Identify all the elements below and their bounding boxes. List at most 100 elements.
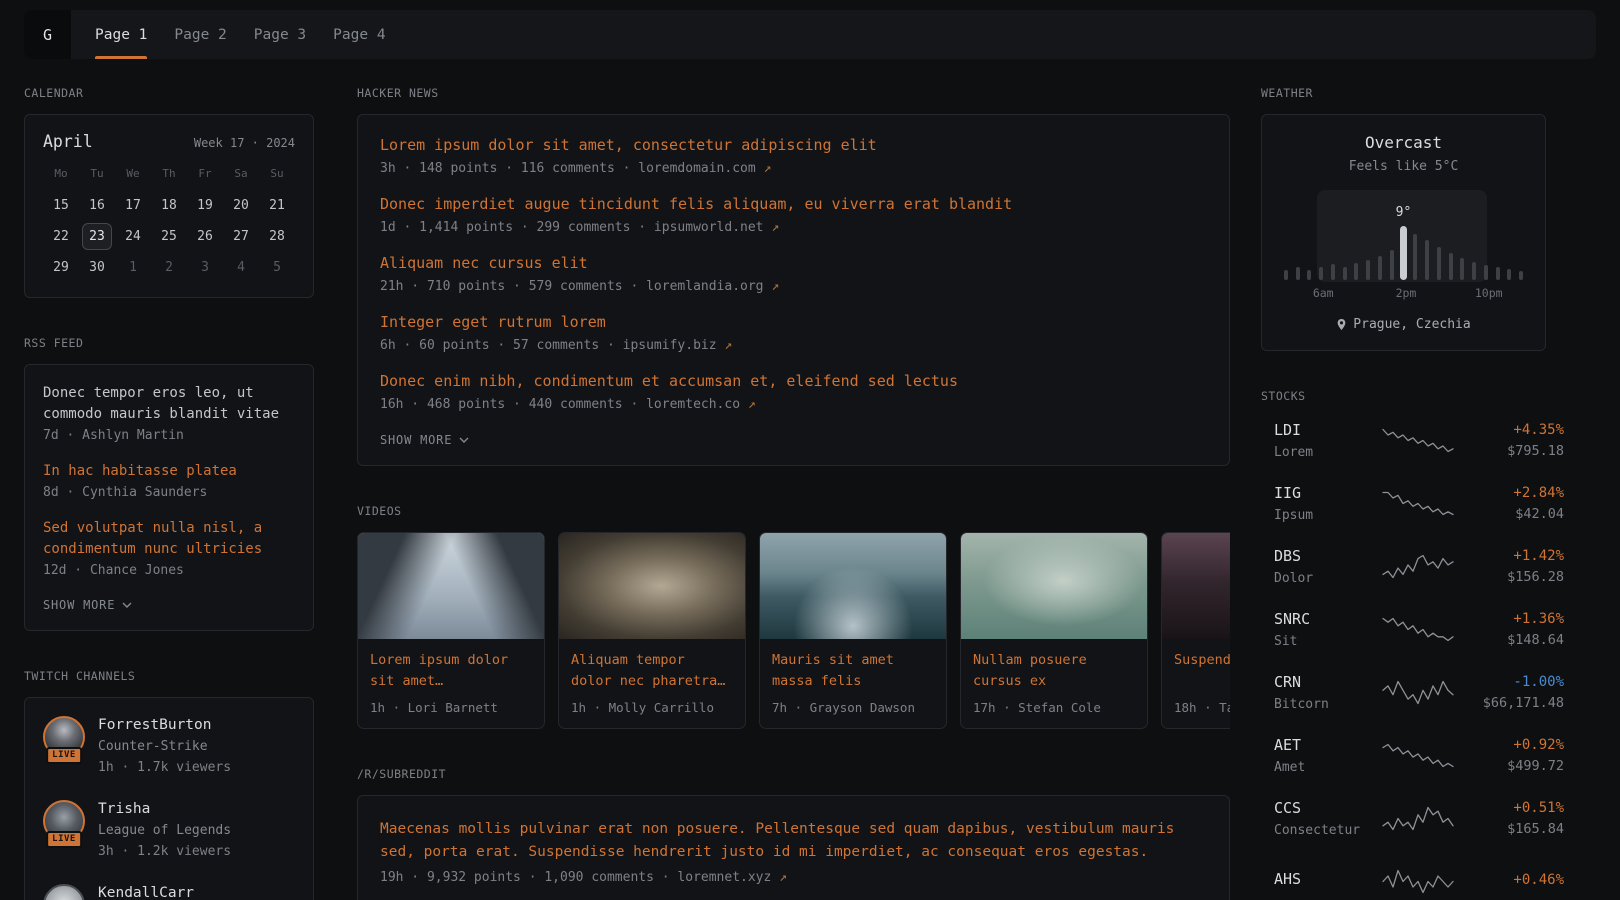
stock-values: +0.51% $165.84 bbox=[1454, 799, 1564, 838]
weather-hour-column bbox=[1339, 267, 1351, 280]
weather-hour-bar bbox=[1413, 234, 1417, 280]
rss-item-title[interactable]: Sed volutpat nulla nisl, a condimentum n… bbox=[43, 518, 295, 560]
stock-row[interactable]: CRN Bitcorn -1.00% $66,171.48 bbox=[1261, 669, 1546, 716]
video-card[interactable]: Nullam posuere cursus ex 17h · Stefan Co… bbox=[960, 532, 1148, 729]
stock-names: CCS Consectetur bbox=[1274, 799, 1382, 839]
weather-hour-bar bbox=[1307, 270, 1311, 280]
rss-item: In hac habitasse platea 8d · Cynthia Sau… bbox=[43, 461, 295, 500]
twitch-channel[interactable]: LIVE Trisha League of Legends 3h · 1.2k … bbox=[43, 800, 295, 860]
weather-widget-label: WEATHER bbox=[1261, 86, 1546, 101]
video-card[interactable]: Mauris sit amet massa felis 7h · Grayson… bbox=[759, 532, 947, 729]
video-card[interactable]: Suspendisse diam 18h · Tara bbox=[1161, 532, 1230, 729]
channel-name: KendallCarr bbox=[98, 884, 194, 900]
hackernews-item-meta: 1d · 1,414 points · 299 comments · ipsum… bbox=[380, 220, 1207, 235]
stock-row[interactable]: AET Amet +0.92% $499.72 bbox=[1261, 732, 1546, 779]
twitch-channel[interactable]: LIVE ForrestBurton Counter-Strike 1h · 1… bbox=[43, 716, 295, 776]
hackernews-item-title[interactable]: Lorem ipsum dolor sit amet, consectetur … bbox=[380, 136, 1207, 155]
calendar-day: 18 bbox=[154, 192, 184, 219]
calendar-weekday: Mo bbox=[43, 165, 79, 190]
stock-price: $499.72 bbox=[1454, 758, 1564, 775]
stock-values: +1.36% $148.64 bbox=[1454, 610, 1564, 649]
external-link-arrow[interactable]: ↗ bbox=[779, 870, 787, 885]
stock-row[interactable]: AHS +0.46% bbox=[1261, 858, 1546, 900]
rss-widget-label: RSS FEED bbox=[24, 336, 314, 351]
video-title: Nullam posuere cursus ex bbox=[973, 650, 1135, 692]
stock-ticker: AET bbox=[1274, 736, 1382, 755]
rss-item-title[interactable]: In hac habitasse platea bbox=[43, 461, 295, 482]
video-title: Mauris sit amet massa felis bbox=[772, 650, 934, 692]
calendar-weekday: Sa bbox=[223, 165, 259, 190]
stock-sparkline bbox=[1382, 616, 1454, 643]
hackernews-item-title[interactable]: Integer eget rutrum lorem bbox=[380, 313, 1207, 332]
stock-row[interactable]: DBS Dolor +1.42% $156.28 bbox=[1261, 543, 1546, 590]
calendar-day: 5 bbox=[262, 254, 292, 281]
calendar-day: 15 bbox=[46, 192, 76, 219]
hackernews-item-title[interactable]: Aliquam nec cursus elit bbox=[380, 254, 1207, 273]
calendar-day: 2 bbox=[154, 254, 184, 281]
hackernews-item-meta-text: 3h · 148 points · 116 comments · loremdo… bbox=[380, 161, 756, 176]
stock-row[interactable]: CCS Consectetur +0.51% $165.84 bbox=[1261, 795, 1546, 842]
stock-names: IIG Ipsum bbox=[1274, 484, 1382, 524]
weather-hour-column bbox=[1492, 267, 1504, 280]
rss-widget: RSS FEED Donec tempor eros leo, ut commo… bbox=[24, 336, 314, 631]
stock-names: LDI Lorem bbox=[1274, 421, 1382, 461]
calendar-day-grid: 1516171819202122232425262728293012345 bbox=[43, 190, 295, 283]
calendar-weekday: Th bbox=[151, 165, 187, 190]
calendar-widget: CALENDAR April Week 17 · 2024 MoTuWeThFr… bbox=[24, 86, 314, 298]
topbar: G Page 1 Page 2 Page 3 Page 4 bbox=[24, 10, 1596, 59]
rss-item-title[interactable]: Donec tempor eros leo, ut commodo mauris… bbox=[43, 383, 295, 425]
stock-ticker: SNRC bbox=[1274, 610, 1382, 629]
stock-row[interactable]: IIG Ipsum +2.84% $42.04 bbox=[1261, 480, 1546, 527]
stock-change: -1.00% bbox=[1454, 673, 1564, 691]
hackernews-widget-label: HACKER NEWS bbox=[357, 86, 1230, 101]
stock-sparkline bbox=[1382, 679, 1454, 706]
external-link-arrow[interactable]: ↗ bbox=[748, 397, 756, 412]
hackernews-item-title[interactable]: Donec enim nibh, condimentum et accumsan… bbox=[380, 372, 1207, 391]
rss-item-meta: 7d · Ashlyn Martin bbox=[43, 428, 295, 443]
weather-hour-bar bbox=[1519, 271, 1523, 280]
calendar-day: 28 bbox=[262, 223, 292, 250]
stock-names: CRN Bitcorn bbox=[1274, 673, 1382, 713]
stock-values: +1.42% $156.28 bbox=[1454, 547, 1564, 586]
subreddit-post-title[interactable]: Maecenas mollis pulvinar erat non posuer… bbox=[380, 818, 1207, 864]
weather-condition: Overcast bbox=[1278, 133, 1529, 153]
live-badge: LIVE bbox=[46, 747, 82, 764]
stock-ticker: CRN bbox=[1274, 673, 1382, 692]
external-link-arrow[interactable]: ↗ bbox=[771, 279, 779, 294]
subreddit-widget-label: /R/SUBREDDIT bbox=[357, 767, 1230, 782]
external-link-arrow[interactable]: ↗ bbox=[724, 338, 732, 353]
calendar-weekday-row: MoTuWeThFrSaSu bbox=[43, 165, 295, 190]
stock-name: Bitcorn bbox=[1274, 696, 1382, 713]
stock-change: +2.84% bbox=[1454, 484, 1564, 502]
weather-feels-like: Feels like 5°C bbox=[1278, 159, 1529, 174]
page-tab[interactable]: Page 1 bbox=[95, 10, 147, 59]
video-card[interactable]: Lorem ipsum dolor sit amet consectetu… 1… bbox=[357, 532, 545, 729]
weather-widget: WEATHER Overcast Feels like 5°C 9° bbox=[1261, 86, 1546, 351]
channel-info: ForrestBurton Counter-Strike 1h · 1.7k v… bbox=[98, 716, 231, 776]
weather-card: Overcast Feels like 5°C 9° bbox=[1261, 114, 1546, 351]
page-tab[interactable]: Page 2 bbox=[174, 10, 226, 59]
app-logo[interactable]: G bbox=[24, 10, 71, 59]
calendar-day: 23 bbox=[82, 223, 112, 250]
hackernews-item-meta-text: 6h · 60 points · 57 comments · ipsumify.… bbox=[380, 338, 717, 353]
rss-show-more-button[interactable]: SHOW MORE bbox=[43, 596, 132, 612]
stock-row[interactable]: LDI Lorem +4.35% $795.18 bbox=[1261, 417, 1546, 464]
rss-list: Donec tempor eros leo, ut commodo mauris… bbox=[43, 383, 295, 578]
weather-hour-column bbox=[1468, 262, 1480, 280]
external-link-arrow[interactable]: ↗ bbox=[764, 161, 772, 176]
rss-item: Sed volutpat nulla nisl, a condimentum n… bbox=[43, 518, 295, 578]
twitch-channel[interactable]: LIVE KendallCarr bbox=[43, 884, 295, 900]
weather-hour-column bbox=[1480, 265, 1492, 280]
avatar-wrap: LIVE bbox=[43, 716, 85, 758]
page-tab[interactable]: Page 4 bbox=[333, 10, 385, 59]
stock-change: +0.51% bbox=[1454, 799, 1564, 817]
stock-row[interactable]: SNRC Sit +1.36% $148.64 bbox=[1261, 606, 1546, 653]
calendar-card: April Week 17 · 2024 MoTuWeThFrSaSu 1516… bbox=[24, 114, 314, 298]
video-card[interactable]: Aliquam tempor dolor nec pharetra… 1h · … bbox=[558, 532, 746, 729]
hackernews-show-more-button[interactable]: SHOW MORE bbox=[380, 431, 469, 447]
hackernews-item-title[interactable]: Donec imperdiet augue tincidunt felis al… bbox=[380, 195, 1207, 214]
external-link-arrow[interactable]: ↗ bbox=[771, 220, 779, 235]
page-tab[interactable]: Page 3 bbox=[254, 10, 306, 59]
twitch-card: LIVE ForrestBurton Counter-Strike 1h · 1… bbox=[24, 697, 314, 900]
stocks-list: LDI Lorem +4.35% $795.18 IIG Ipsum bbox=[1261, 417, 1546, 900]
